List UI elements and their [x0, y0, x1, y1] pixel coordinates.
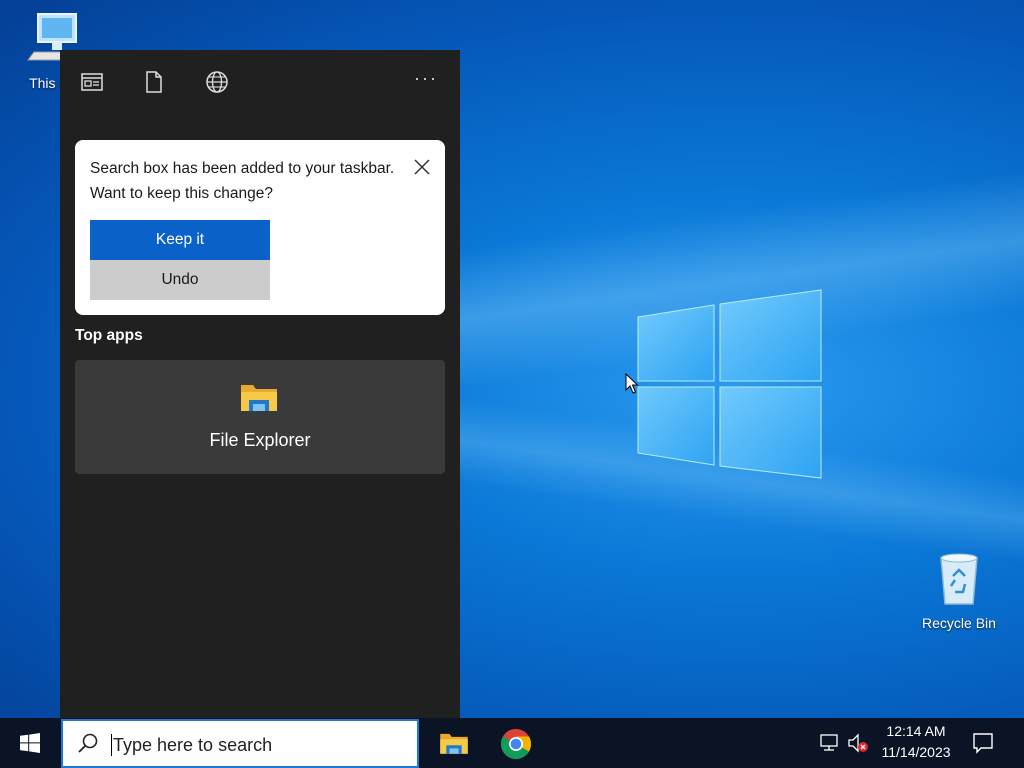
desktop: This PC Recycle Bin ··· Search box has b…	[0, 0, 1024, 718]
app-window-icon[interactable]	[80, 70, 104, 94]
taskbar-file-explorer-button[interactable]	[426, 718, 480, 768]
clock-date: 11/14/2023	[881, 744, 951, 760]
keep-it-button[interactable]: Keep it	[90, 220, 270, 260]
desktop-icon-recycle-bin[interactable]: Recycle Bin	[918, 550, 1000, 631]
taskbar-clock[interactable]: 12:14 AM 11/14/2023	[872, 721, 960, 763]
notification-center-icon[interactable]	[972, 732, 994, 754]
mouse-cursor-icon	[625, 373, 639, 394]
taskbar: Type here to search 12:14 AM 11/14/2023	[0, 718, 1024, 768]
search-flyout: ··· Search box has been added to your ta…	[60, 50, 460, 718]
close-icon[interactable]	[413, 158, 431, 176]
document-icon[interactable]	[142, 70, 166, 94]
more-options-button[interactable]: ···	[414, 68, 438, 89]
app-name: File Explorer	[209, 430, 311, 450]
volume-muted-icon[interactable]	[846, 732, 870, 754]
windows-logo-wallpaper	[637, 289, 822, 479]
folder-icon	[440, 733, 468, 754]
desktop-icon-label: Recycle Bin	[922, 615, 996, 631]
folder-icon	[241, 385, 277, 411]
text-caret	[111, 734, 112, 756]
search-icon	[78, 733, 98, 753]
windows-start-icon	[20, 733, 40, 753]
globe-icon[interactable]	[205, 70, 229, 94]
taskbar-search-notice: Search box has been added to your taskba…	[75, 140, 445, 315]
search-placeholder: Type here to search	[113, 735, 273, 755]
undo-button[interactable]: Undo	[90, 260, 270, 300]
taskbar-chrome-button[interactable]	[489, 718, 543, 768]
taskbar-search-box[interactable]: Type here to search	[61, 719, 419, 768]
notice-message: Search box has been added to your taskba…	[90, 160, 395, 202]
start-button[interactable]	[0, 718, 60, 768]
network-icon[interactable]	[818, 734, 840, 752]
recycle-bin-icon	[940, 553, 978, 605]
search-filter-toolbar: ···	[60, 50, 460, 116]
chrome-icon	[501, 729, 531, 760]
top-apps-heading: Top apps	[75, 327, 143, 344]
clock-time: 12:14 AM	[886, 723, 946, 739]
top-app-file-explorer[interactable]: File Explorer	[75, 360, 445, 474]
